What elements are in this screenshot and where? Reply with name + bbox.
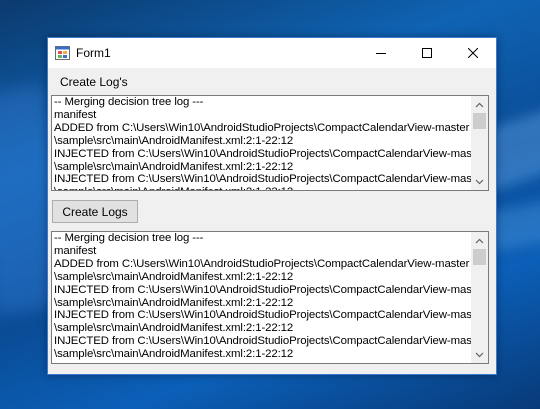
log-textbox-top[interactable]: -- Merging decision tree log --- manifest… xyxy=(51,95,489,191)
window-title: Form1 xyxy=(76,46,111,60)
log-line: \sample\src\main\AndroidManifest.xml:2:1… xyxy=(54,134,294,147)
menu-bar: Create Log's xyxy=(48,72,496,92)
log-line: INJECTED from C:\Users\Win10\AndroidStud… xyxy=(54,173,485,186)
chevron-up-icon xyxy=(475,102,484,107)
chevron-down-icon xyxy=(475,179,484,184)
scroll-thumb[interactable] xyxy=(473,249,486,265)
log-line: -- Merging decision tree log --- xyxy=(54,96,204,108)
log-line: \sample\src\main\AndroidManifest.xml:2:1… xyxy=(54,348,294,361)
scroll-thumb[interactable] xyxy=(473,113,486,129)
scroll-down-arrow[interactable] xyxy=(471,346,488,363)
log-text-top: -- Merging decision tree log --- manifest… xyxy=(54,96,485,190)
log-line: \sample\src\main\AndroidManifest.xml:2:1… xyxy=(54,160,294,173)
close-button[interactable] xyxy=(450,38,496,68)
log-line: \sample\src\main\AndroidManifest.xml:2:1… xyxy=(54,322,294,335)
scroll-up-arrow[interactable] xyxy=(471,232,488,249)
menu-item-create-logs[interactable]: Create Log's xyxy=(56,75,132,89)
log-line: INJECTED from C:\Users\Win10\AndroidStud… xyxy=(54,309,485,322)
chevron-down-icon xyxy=(475,352,484,357)
form1-window: Form1 Create Log's -- Merging decision t… xyxy=(47,37,497,375)
log-line: -- Merging decision tree log --- xyxy=(54,232,204,244)
log-line: INJECTED from C:\Users\Win10\AndroidStud… xyxy=(54,147,485,160)
log-line: ADDED from C:\Users\Win10\AndroidStudioP… xyxy=(54,121,470,134)
log-line: \sample\src\main\AndroidManifest.xml:2:1… xyxy=(54,296,294,309)
scroll-down-arrow[interactable] xyxy=(471,173,488,190)
log-line: manifest xyxy=(54,108,97,121)
minimize-button[interactable] xyxy=(358,38,404,68)
vertical-scrollbar[interactable] xyxy=(471,96,488,190)
scroll-up-arrow[interactable] xyxy=(471,96,488,113)
log-line: ADDED from C:\Users\Win10\AndroidStudioP… xyxy=(54,257,470,270)
log-line: INJECTED from C:\Users\Win10\AndroidStud… xyxy=(54,283,485,296)
log-line: \sample\src\main\AndroidManifest.xml:2:1… xyxy=(54,186,472,190)
log-line: INJECTED from C:\Users\Win10\AndroidStud… xyxy=(54,335,485,348)
winforms-app-icon xyxy=(55,46,70,60)
chevron-up-icon xyxy=(475,238,484,243)
log-line: manifest xyxy=(54,244,97,257)
minimize-icon xyxy=(376,53,386,54)
create-logs-button[interactable]: Create Logs xyxy=(52,200,138,223)
log-line: \sample\src\main\AndroidManifest.xml:2:1… xyxy=(54,270,294,283)
maximize-icon xyxy=(422,48,432,58)
title-bar[interactable]: Form1 xyxy=(48,38,496,68)
close-icon xyxy=(468,48,478,58)
log-text-bottom: -- Merging decision tree log --- manifest… xyxy=(54,232,485,361)
log-textbox-bottom[interactable]: -- Merging decision tree log --- manifest… xyxy=(51,231,489,364)
vertical-scrollbar[interactable] xyxy=(471,232,488,363)
maximize-button[interactable] xyxy=(404,38,450,68)
